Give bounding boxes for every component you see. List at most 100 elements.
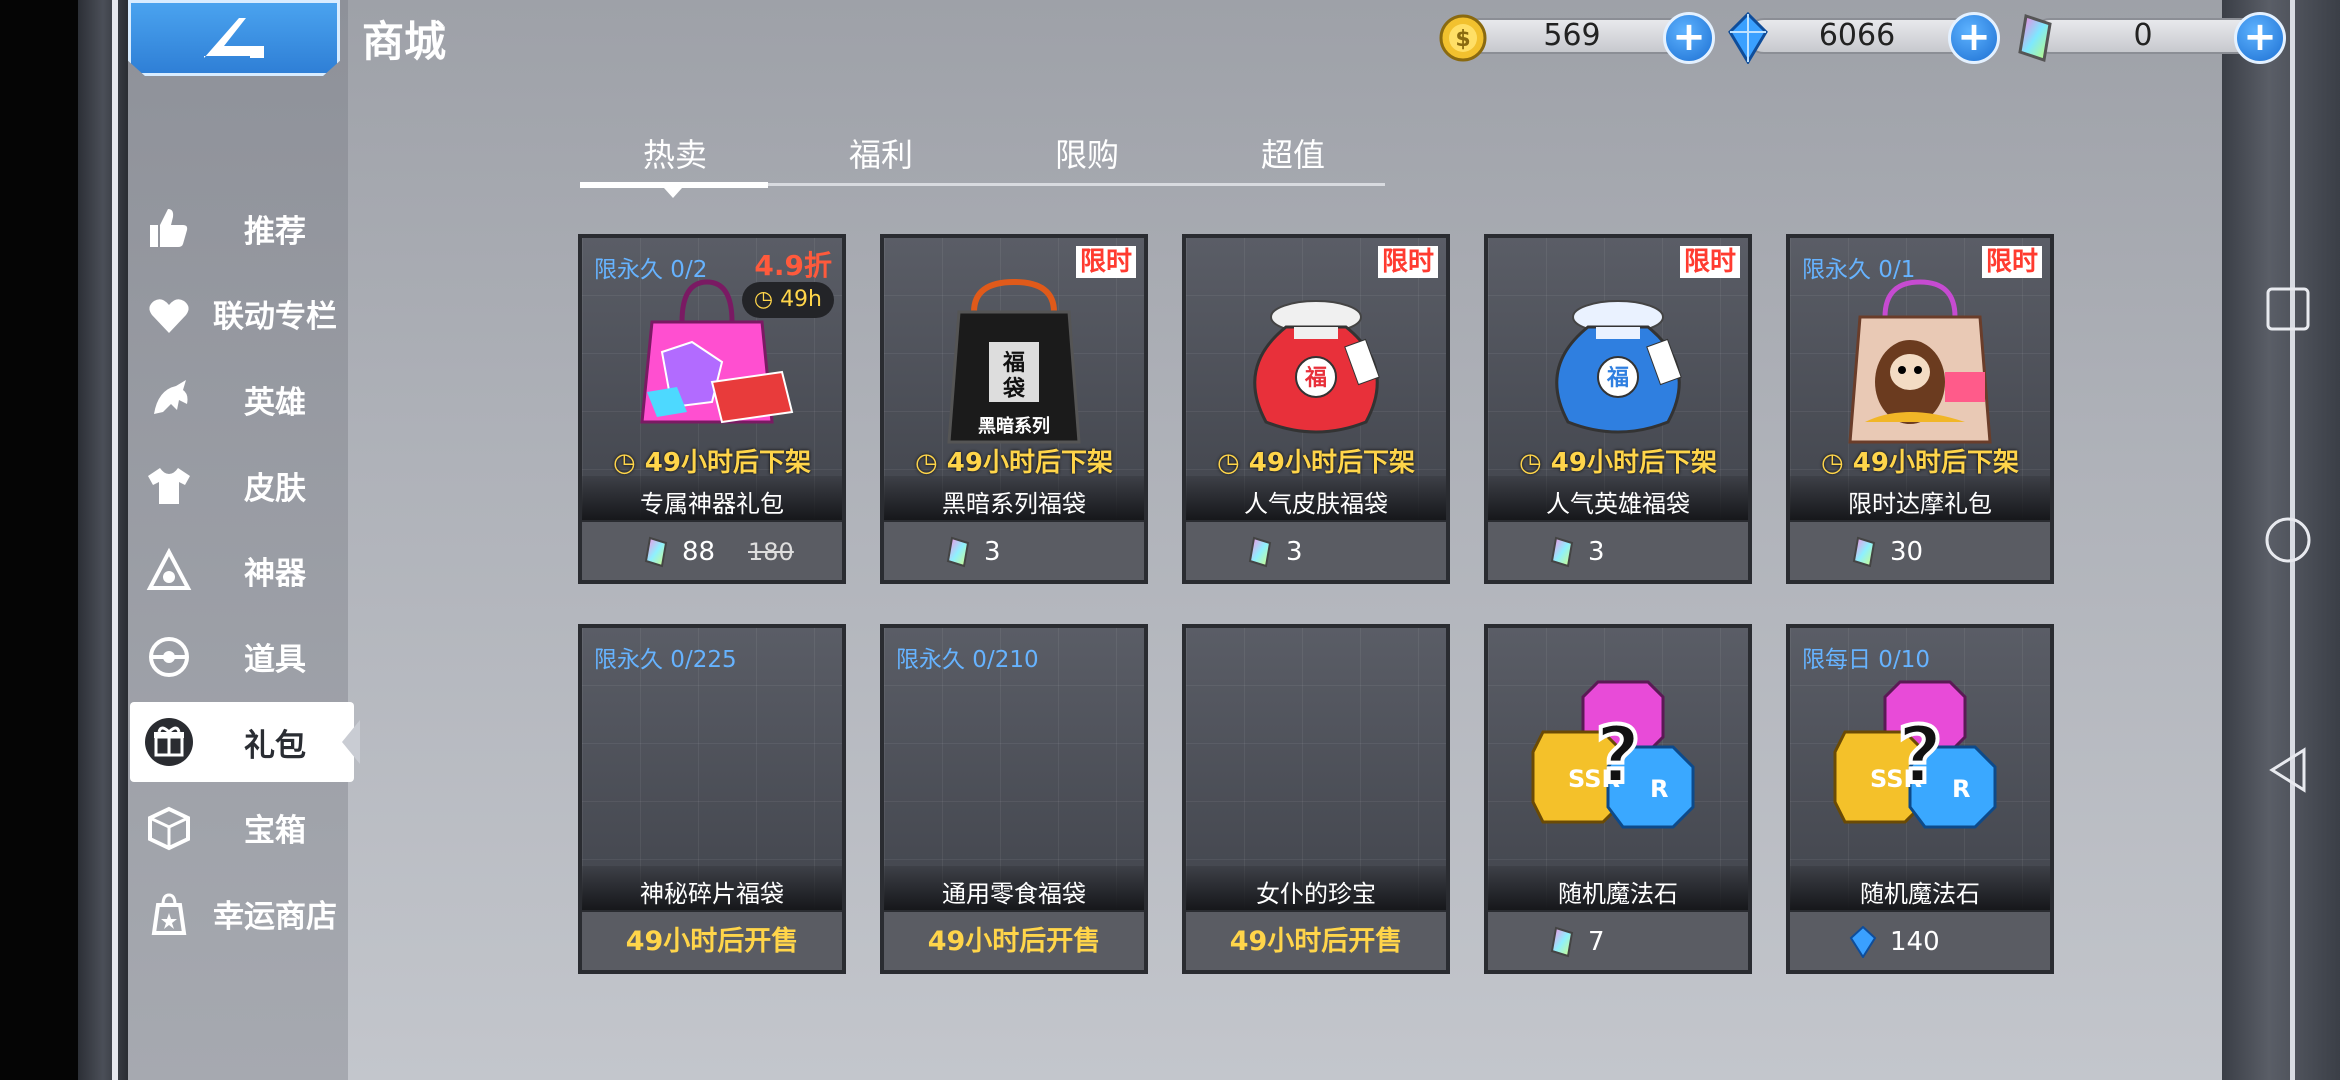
discount-label: 4.9折	[754, 249, 832, 282]
sidebar-item-4[interactable]: 神器	[130, 531, 350, 611]
rainbow-crystal-icon	[2008, 12, 2060, 64]
timer-chip-text: 49h	[780, 287, 822, 312]
page-title: 商城	[362, 17, 447, 66]
countdown-text: 49小时后下架	[1248, 448, 1415, 478]
box-icon	[144, 803, 194, 853]
shop-card[interactable]: SSR R? 限每日 0/10 随机魔法石 140	[1786, 624, 2054, 974]
price-bar: 7	[1488, 910, 1748, 970]
tab-0[interactable]: 热卖	[580, 130, 770, 176]
limited-time-badge: 限时	[1679, 246, 1740, 278]
purchase-limit: 限永久 0/225	[594, 647, 737, 673]
home-icon[interactable]	[2262, 514, 2314, 570]
countdown: ◷ 49小时后下架	[1790, 442, 2050, 479]
back-logo-button[interactable]	[128, 0, 340, 76]
price-bar: 30	[1790, 520, 2050, 580]
svg-text:黑暗系列: 黑暗系列	[978, 415, 1050, 437]
price-bar: 3	[1488, 520, 1748, 580]
hero-icon	[144, 374, 194, 424]
svg-text:R: R	[1650, 775, 1668, 803]
sale-countdown: 49小时后开售	[927, 926, 1101, 957]
shop-card[interactable]: 福 限时 ◷ 49小时后下架 人气皮肤福袋 3	[1182, 234, 1450, 584]
item-name: 神秘碎片福袋	[640, 880, 784, 908]
price-bar: 3	[884, 520, 1144, 580]
svg-text:袋: 袋	[1002, 376, 1026, 402]
game-screen: 商城 推荐 联动专栏 英雄 皮肤 神器 道具 礼包 宝箱 幸运商店 569 $ +6066 +0 + 热…	[0, 0, 2340, 1080]
add-rainbow-crystal-button[interactable]: +	[2234, 12, 2286, 64]
heart-icon	[144, 289, 194, 339]
active-indicator	[342, 720, 360, 765]
tab-1[interactable]: 福利	[786, 130, 976, 176]
price-value: 3	[984, 537, 1001, 567]
rainbow-crystal-icon	[1244, 536, 1274, 568]
sidebar-item-6[interactable]: 礼包	[130, 702, 360, 783]
recent-apps-icon[interactable]	[2262, 283, 2314, 339]
tab-2[interactable]: 限购	[992, 130, 1182, 176]
sidebar-item-5[interactable]: 道具	[130, 617, 350, 697]
frame-left	[78, 0, 128, 1080]
sale-countdown: 49小时后开售	[1229, 926, 1403, 957]
thumbs-up-icon	[144, 203, 194, 253]
back-icon[interactable]	[2262, 744, 2314, 800]
sidebar-item-2[interactable]: 英雄	[130, 359, 350, 439]
countdown-text: 49小时后下架	[1550, 448, 1717, 478]
sidebar-item-7[interactable]: 宝箱	[130, 788, 350, 868]
sidebar-item-label: 联动专栏	[213, 299, 337, 336]
sidebar-item-0[interactable]: 推荐	[130, 188, 350, 268]
price-bar: 3	[1186, 520, 1446, 580]
item-icon	[144, 632, 194, 682]
item-name: 人气英雄福袋	[1546, 490, 1690, 518]
shop-card[interactable]: 福袋黑暗系列 限时 ◷ 49小时后下架 黑暗系列福袋 3	[880, 234, 1148, 584]
tab-3[interactable]: 超值	[1198, 130, 1388, 176]
rainbow-crystal-icon	[942, 536, 972, 568]
countdown: ◷ 49小时后下架	[884, 442, 1144, 479]
svg-text:R: R	[1952, 775, 1970, 803]
rainbow-crystal-icon	[1848, 536, 1878, 568]
countdown-text: 49小时后下架	[946, 448, 1113, 478]
limited-time-badge: 限时	[1981, 246, 2042, 278]
price-value: 3	[1588, 537, 1605, 567]
countdown: ◷ 49小时后下架	[582, 442, 842, 479]
svg-text:福: 福	[1002, 351, 1025, 376]
price-value: 7	[1588, 927, 1605, 957]
item-name: 随机魔法石	[1558, 880, 1678, 908]
shop-card[interactable]: 限永久 0/210 通用零食福袋 49小时后开售	[880, 624, 1148, 974]
shop-card[interactable]: 限永久 0/2 4.9折 ◷ 49h ◷ 49小时后下架 专属神器礼包 88 180	[578, 234, 846, 584]
sidebar-item-label: 英雄	[244, 384, 306, 421]
svg-text:?: ?	[1595, 711, 1640, 801]
price-bar: 49小时后开售	[582, 910, 842, 970]
sidebar-item-8[interactable]: 幸运商店	[130, 874, 350, 954]
item-name: 女仆的珍宝	[1256, 880, 1376, 908]
item-name: 黑暗系列福袋	[942, 490, 1086, 518]
currency-value: 0	[2133, 18, 2153, 53]
svg-text:?: ?	[1897, 711, 1942, 801]
sidebar-item-label: 礼包	[244, 727, 306, 764]
shop-card[interactable]: 限永久 0/225 神秘碎片福袋 49小时后开售	[578, 624, 846, 974]
rainbow-crystal-icon	[640, 536, 670, 568]
rainbow-crystal-icon	[1546, 536, 1576, 568]
shop-card[interactable]: 福 限时 ◷ 49小时后下架 人气英雄福袋 3	[1484, 234, 1752, 584]
shirt-icon	[144, 460, 194, 510]
sidebar-item-label: 推荐	[244, 213, 306, 250]
shop-card[interactable]: SSR R? 随机魔法石 7	[1484, 624, 1752, 974]
svg-text:福: 福	[1606, 366, 1629, 391]
sidebar-item-3[interactable]: 皮肤	[130, 445, 350, 525]
purchase-limit: 限永久 0/2	[594, 257, 708, 283]
price-value: 88	[682, 537, 716, 567]
blue-crystal-icon	[1848, 925, 1878, 959]
sidebar-item-label: 皮肤	[244, 470, 306, 507]
sidebar-item-label: 道具	[244, 642, 306, 678]
shop-card[interactable]: 限永久 0/1 限时 ◷ 49小时后下架 限时达摩礼包 30	[1786, 234, 2054, 584]
sidebar-item-1[interactable]: 联动专栏	[130, 274, 350, 354]
purchase-limit: 限每日 0/10	[1802, 647, 1930, 673]
shop-card[interactable]: 女仆的珍宝 49小时后开售	[1182, 624, 1450, 974]
sidebar-item-label: 宝箱	[244, 813, 306, 850]
item-name: 人气皮肤福袋	[1244, 490, 1388, 518]
add-gold-coin-button[interactable]: +	[1663, 12, 1715, 64]
price-value: 140	[1890, 927, 1940, 957]
item-name: 限时达摩礼包	[1848, 490, 1992, 518]
tab-bar: 热卖 福利 限购 超值	[580, 130, 1385, 190]
add-blue-crystal-button[interactable]: +	[1948, 12, 2000, 64]
limited-time-badge: 限时	[1377, 246, 1438, 278]
gold-coin-icon: $	[1437, 12, 1489, 64]
blue-crystal-icon	[1722, 11, 1774, 65]
